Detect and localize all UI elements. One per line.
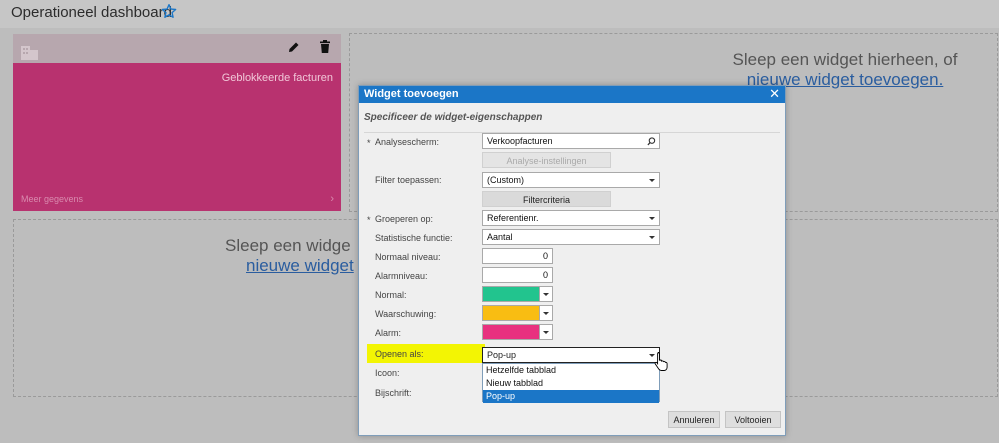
drop-zone-bottom-text: Sleep een widge nieuwe widget [225, 236, 360, 276]
dialog-title: Widget toevoegen [364, 88, 459, 100]
group-by-select[interactable]: Referentienr. [482, 210, 660, 226]
hand-cursor-icon [654, 352, 668, 371]
icon-label: Icoon: [375, 368, 400, 378]
warning-color-dropdown[interactable] [540, 305, 553, 321]
add-widget-link[interactable]: nieuwe widget [225, 256, 360, 276]
chevron-down-icon [543, 312, 549, 315]
normal-color-swatch[interactable] [482, 286, 540, 302]
building-icon [21, 46, 38, 60]
normal-level-input[interactable]: 0 [482, 248, 553, 264]
normal-color-dropdown[interactable] [540, 286, 553, 302]
chevron-down-icon [543, 331, 549, 334]
drop-zone-instruction: Sleep een widget hierheen, of [732, 50, 958, 69]
cancel-button[interactable]: Annuleren [668, 411, 720, 428]
chevron-down-icon [649, 217, 655, 220]
alarm-level-input[interactable]: 0 [482, 267, 553, 283]
normal-color-label: Normal: [375, 290, 407, 300]
dropdown-option[interactable]: Hetzelfde tabblad [483, 364, 659, 377]
open-as-label: Openen als: [375, 349, 424, 359]
close-icon[interactable]: ✕ [769, 86, 780, 102]
drop-zone-instruction: Sleep een widge [225, 236, 351, 255]
required-mark: * [367, 138, 371, 148]
edit-icon[interactable] [288, 41, 300, 53]
dropdown-option-selected[interactable]: Pop-up [483, 390, 659, 403]
tile-title: Geblokkeerde facturen [221, 72, 333, 84]
chevron-down-icon [543, 293, 549, 296]
alarm-color-swatch[interactable] [482, 324, 540, 340]
warning-color-label: Waarschuwing: [375, 309, 437, 319]
filter-label: Filter toepassen: [375, 175, 442, 185]
stat-function-value: Aantal [487, 232, 513, 242]
analysis-screen-field[interactable]: Verkoopfacturen [482, 133, 660, 149]
filter-value: (Custom) [487, 175, 525, 185]
dropdown-option[interactable]: Nieuw tabblad [483, 377, 659, 390]
finish-button[interactable]: Voltooien [725, 411, 781, 428]
filter-select[interactable]: (Custom) [482, 172, 660, 188]
page-title: Operationeel dashboard [11, 4, 172, 21]
arrow-right-icon[interactable]: › [330, 193, 334, 205]
alarm-color-label: Alarm: [375, 328, 402, 338]
analysis-screen-value: Verkoopfacturen [487, 136, 553, 146]
open-as-dropdown-list: Hetzelfde tabblad Nieuw tabblad Pop-up [482, 363, 660, 403]
alarm-color-dropdown[interactable] [540, 324, 553, 340]
stat-function-label: Statistische functie: [375, 233, 453, 243]
filter-criteria-button[interactable]: Filtercriteria [482, 191, 611, 207]
normal-level-label: Normaal niveau: [375, 252, 441, 262]
warning-color-swatch[interactable] [482, 305, 540, 321]
analysis-screen-label: Analysescherm: [375, 137, 440, 147]
alarm-level-label: Alarmniveau: [375, 271, 428, 281]
star-icon[interactable] [161, 3, 177, 19]
top-bar: Operationeel dashboard [0, 0, 999, 28]
required-mark: * [367, 215, 371, 225]
caption-label: Bijschrift: [375, 388, 412, 398]
drop-zone-top-right-text: Sleep een widget hierheen, of nieuwe wid… [700, 50, 990, 90]
widget-tile[interactable]: Geblokkeerde facturen Meer gegevens › [13, 34, 341, 211]
stat-function-select[interactable]: Aantal [482, 229, 660, 245]
chevron-down-icon [649, 179, 655, 182]
group-by-value: Referentienr. [487, 213, 539, 223]
chevron-down-icon [649, 236, 655, 239]
search-icon[interactable] [647, 137, 656, 146]
analysis-settings-button[interactable]: Analyse-instellingen [482, 152, 611, 168]
trash-icon[interactable] [319, 40, 331, 53]
more-details-link[interactable]: Meer gegevens [21, 194, 83, 204]
open-as-value: Pop-up [487, 350, 517, 360]
open-as-select[interactable]: Pop-up [482, 347, 660, 363]
dialog-subtitle: Specificeer de widget-eigenschappen [364, 112, 543, 123]
dialog-footer [359, 410, 785, 435]
dialog-titlebar: Widget toevoegen ✕ [359, 86, 785, 103]
group-by-label: Groeperen op: [375, 214, 434, 224]
